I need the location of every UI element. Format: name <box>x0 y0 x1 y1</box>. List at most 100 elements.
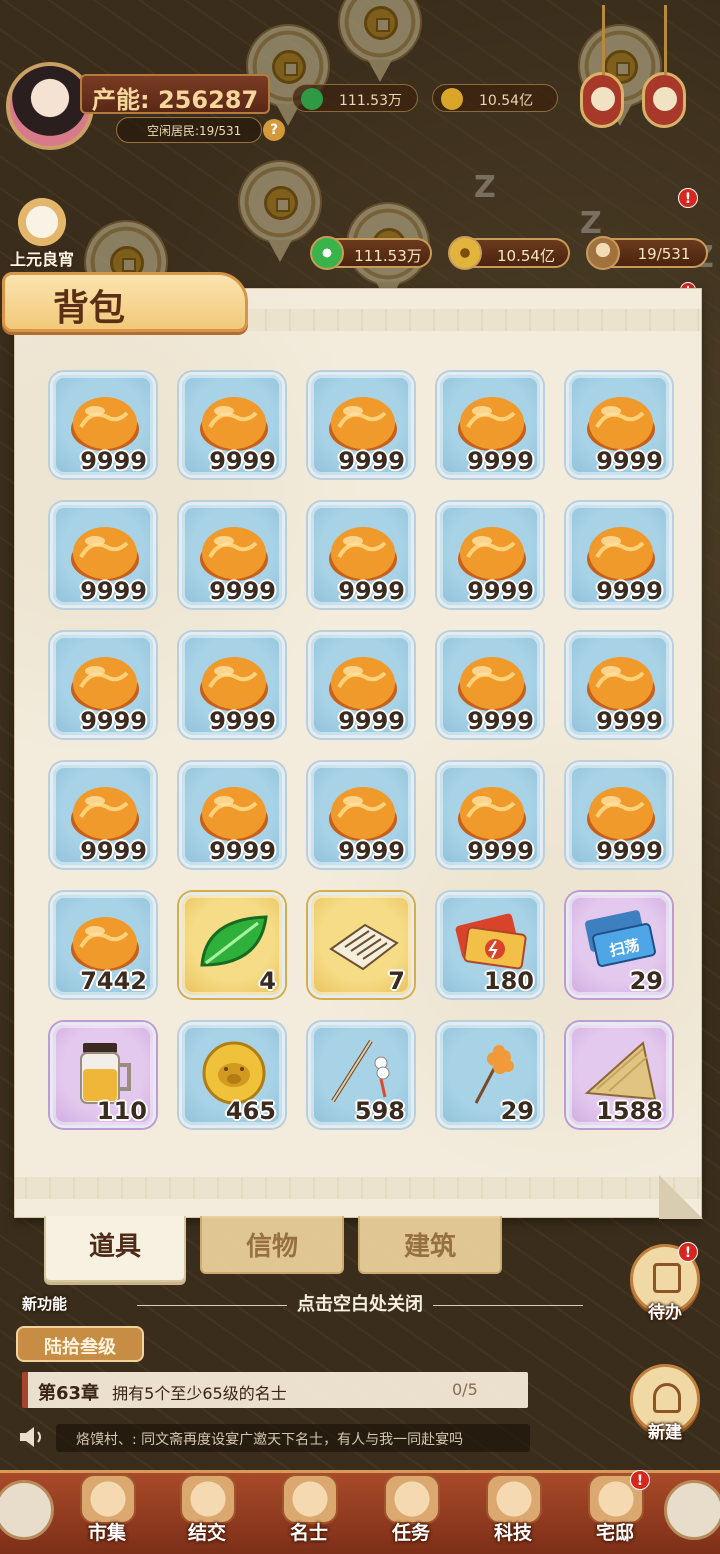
bag-slot[interactable]: 29 <box>437 1022 543 1128</box>
scholar-icon <box>282 1474 338 1524</box>
nav-market[interactable]: 市集 <box>72 1474 142 1546</box>
item-quantity: 9999 <box>467 837 534 865</box>
close-hint[interactable]: 点击空白处关闭 <box>0 1290 720 1316</box>
bag-slot[interactable]: 9999 <box>566 372 672 478</box>
new-feature-label[interactable]: 新功能 <box>22 1293 67 1314</box>
bag-slot[interactable]: 9999 <box>179 372 285 478</box>
bag-slot[interactable]: 180 <box>437 892 543 998</box>
bag-slot[interactable]: 9999 <box>308 372 414 478</box>
item-quantity: 9999 <box>209 447 276 475</box>
bag-slot[interactable]: 9999 <box>437 372 543 478</box>
item-quantity: 9999 <box>467 447 534 475</box>
bag-grid: 9999 9999 9999 9999 9999 9999 9999 9999 9999 9999… <box>50 372 680 1128</box>
item-quantity: 9999 <box>338 707 405 735</box>
tech-icon <box>486 1474 542 1524</box>
item-quantity: 9999 <box>209 707 276 735</box>
coin-icon <box>448 236 482 270</box>
jade-icon <box>310 236 344 270</box>
bag-slot[interactable]: 9999 <box>179 762 285 868</box>
chapter-task: 拥有5个至少65级的名士 <box>112 1384 287 1403</box>
item-quantity: 9999 <box>596 837 663 865</box>
todo-icon <box>653 1263 681 1293</box>
bag-slot[interactable]: 9999 <box>566 632 672 738</box>
festival-icon[interactable] <box>12 196 72 248</box>
item-quantity: 9999 <box>467 577 534 605</box>
bag-slot[interactable]: 9999 <box>50 502 156 608</box>
notification-badge: ! <box>630 1470 650 1490</box>
item-quantity: 7442 <box>80 967 147 995</box>
bag-slot[interactable]: 9999 <box>308 762 414 868</box>
nav-socialize[interactable]: 结交 <box>172 1474 242 1546</box>
market-icon <box>80 1474 136 1524</box>
lantern-icon[interactable] <box>580 5 624 128</box>
bag-slot[interactable]: 465 <box>179 1022 285 1128</box>
jade-resource[interactable]: 111.53万 <box>310 236 432 270</box>
bag-slot[interactable]: 9999 <box>50 372 156 478</box>
resident-icon <box>586 236 620 270</box>
item-quantity: 9999 <box>80 837 147 865</box>
tab-buildings[interactable]: 建筑 <box>358 1216 502 1274</box>
bag-slot[interactable]: 1588 <box>566 1022 672 1128</box>
nav-tech[interactable]: 科技 <box>478 1474 548 1546</box>
festival-label: 上元良宵 <box>10 250 75 269</box>
jade-resource-background: 111.53万 <box>292 84 418 112</box>
item-quantity: 9999 <box>596 707 663 735</box>
item-quantity: 29 <box>629 967 663 995</box>
item-quantity: 9999 <box>467 707 534 735</box>
bag-slot[interactable]: 9999 <box>566 502 672 608</box>
bag-slot[interactable]: 9999 <box>308 632 414 738</box>
bag-slot[interactable]: 9999 <box>437 762 543 868</box>
item-quantity: 9999 <box>80 707 147 735</box>
bag-slot[interactable]: 7 <box>308 892 414 998</box>
item-quantity: 4 <box>259 967 276 995</box>
item-quantity: 9999 <box>596 577 663 605</box>
new-build-button[interactable]: 新建 <box>630 1364 700 1443</box>
dish-icon[interactable] <box>664 1480 720 1540</box>
chapter-number: 第63章 <box>38 1383 100 1404</box>
item-quantity: 7 <box>388 967 405 995</box>
production-display: 产能: 256287 <box>80 74 270 114</box>
item-quantity: 9999 <box>338 447 405 475</box>
tab-items[interactable]: 道具 <box>44 1216 186 1282</box>
tab-tokens[interactable]: 信物 <box>200 1216 344 1274</box>
cards-icon <box>180 1474 236 1524</box>
item-quantity: 1588 <box>596 1097 663 1125</box>
item-quantity: 9999 <box>338 577 405 605</box>
bag-slot[interactable]: 598 <box>308 1022 414 1128</box>
bag-slot[interactable]: 9999 <box>566 762 672 868</box>
house-icon <box>653 1383 681 1413</box>
coin-resource-background: 10.54亿 <box>432 84 558 112</box>
item-quantity: 9999 <box>209 577 276 605</box>
idle-residents: 空闲居民:19/531 <box>116 117 262 143</box>
chapter-task-bar[interactable]: 第63章 拥有5个至少65级的名士 0/5 <box>22 1372 528 1408</box>
notification-badge: ! <box>678 188 698 208</box>
bag-slot[interactable]: 9999 <box>308 502 414 608</box>
bag-slot[interactable]: 9999 <box>437 632 543 738</box>
task-scroll-icon <box>384 1474 440 1524</box>
bag-slot[interactable]: 9999 <box>179 502 285 608</box>
item-quantity: 465 <box>225 1097 276 1125</box>
coin-resource[interactable]: 10.54亿 <box>448 236 570 270</box>
help-icon[interactable]: ? <box>263 119 285 141</box>
lantern-icon[interactable] <box>642 5 686 128</box>
bag-slot[interactable]: 9999 <box>50 762 156 868</box>
level-badge: 陆拾叁级 <box>16 1326 144 1362</box>
item-quantity: 9999 <box>209 837 276 865</box>
bag-slot[interactable]: 9999 <box>179 632 285 738</box>
bag-slot[interactable]: 9999 <box>50 632 156 738</box>
item-quantity: 9999 <box>80 447 147 475</box>
nav-tasks[interactable]: 任务 <box>376 1474 446 1546</box>
bag-slot[interactable]: 扫荡 29 <box>566 892 672 998</box>
bag-slot[interactable]: 4 <box>179 892 285 998</box>
item-quantity: 110 <box>96 1097 147 1125</box>
bag-slot[interactable]: 110 <box>50 1022 156 1128</box>
bag-slot[interactable]: 7442 <box>50 892 156 998</box>
bag-title-tab: 背包 <box>2 272 248 332</box>
nav-celebrities[interactable]: 名士 <box>274 1474 344 1546</box>
notification-badge: ! <box>678 1242 698 1262</box>
broadcast-ticker: 烙馍村、: 同文斋再度设宴广邀天下名士，有人与我一同赴宴吗 <box>56 1424 530 1452</box>
item-quantity: 9999 <box>80 577 147 605</box>
bag-title: 背包 <box>53 287 126 329</box>
residents-resource[interactable]: 19/531 <box>586 236 708 270</box>
bag-slot[interactable]: 9999 <box>437 502 543 608</box>
